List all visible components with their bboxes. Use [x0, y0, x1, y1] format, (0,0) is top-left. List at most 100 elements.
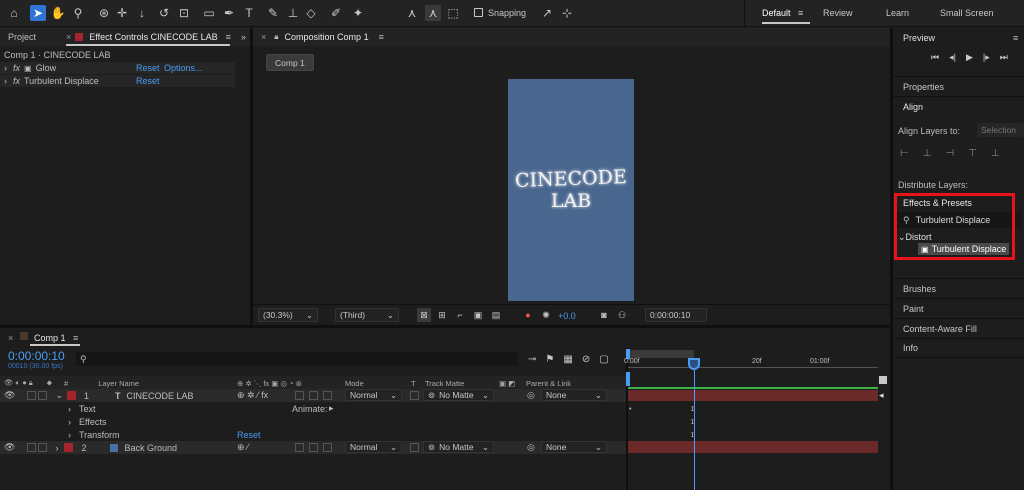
layer-2-bar[interactable] [628, 441, 878, 453]
lock-icon[interactable]: 🔒︎ [274, 32, 278, 42]
workspace-learn[interactable]: Learn [886, 8, 909, 18]
panel-menu-icon[interactable]: ≡ [379, 32, 384, 42]
view-axis-icon[interactable]: ⬚ [445, 5, 461, 21]
home-icon[interactable]: ⌂ [6, 5, 22, 21]
panel-menu-icon[interactable]: ≡ [1013, 33, 1018, 43]
exposure-value[interactable]: +0.0 [558, 311, 576, 321]
workspace-menu-icon[interactable]: ≡ [798, 8, 803, 18]
mode-dropdown[interactable]: Normal ⌄ [345, 441, 402, 453]
puppet-pin-icon[interactable]: ✦ [350, 5, 366, 21]
color-channels-icon[interactable]: ● [521, 308, 535, 322]
workspace-default[interactable]: Default [762, 8, 791, 18]
align-panel[interactable]: Align [893, 96, 1024, 116]
fx-icon[interactable]: fx [13, 76, 20, 86]
end-arrow-icon[interactable]: ◂ [879, 390, 884, 401]
reset-link[interactable]: Reset [136, 63, 160, 73]
panel-menu-icon[interactable]: ≡ [226, 32, 231, 42]
motion-blur-icon[interactable]: ⊘ [582, 354, 590, 365]
world-axis-icon[interactable]: ⋏ [425, 5, 441, 21]
info-panel[interactable]: Info [893, 338, 1024, 358]
selection-tool-icon[interactable]: ➤ [30, 5, 46, 21]
eraser-tool-icon[interactable]: ◇ [303, 5, 319, 21]
prev-frame-icon[interactable]: ◂| [949, 52, 956, 63]
snap-grid-icon[interactable]: ⊹ [559, 5, 575, 21]
pan-camera-icon[interactable]: ✛ [114, 5, 130, 21]
timeline-start-marker[interactable] [626, 372, 630, 386]
expand-arrow-icon[interactable]: › [55, 443, 58, 453]
close-icon[interactable]: × [66, 32, 71, 42]
align-hcenter-icon[interactable]: ⊥ [923, 148, 932, 159]
reset-link[interactable]: Reset [136, 76, 160, 86]
layer-search-input[interactable]: ⚲ [76, 352, 518, 366]
keyframe-dot-icon[interactable]: • [629, 406, 631, 413]
pen-tool-icon[interactable]: ✒ [221, 5, 237, 21]
align-vcenter-icon[interactable]: ⊥ [991, 148, 1000, 159]
parent-dropdown[interactable]: None ⌄ [541, 441, 607, 453]
effect-row-turbulent[interactable]: › fx Turbulent Displace Reset [0, 75, 235, 87]
visibility-eye-icon[interactable]: 👁︎ [4, 442, 15, 453]
content-aware-fill-panel[interactable]: Content-Aware Fill [893, 318, 1024, 338]
region-interest-icon[interactable]: ▣ [471, 308, 485, 322]
panel-menu-icon[interactable]: ≡ [73, 333, 78, 343]
label-color[interactable] [64, 443, 74, 452]
align-top-icon[interactable]: ⊤ [968, 148, 977, 159]
sub-row-transform[interactable]: › Transform Reset [0, 428, 626, 441]
options-link[interactable]: Options... [164, 63, 203, 73]
expand-arrow-icon[interactable]: › [68, 404, 71, 414]
next-frame-icon[interactable]: |▸ [983, 52, 990, 63]
dolly-camera-icon[interactable]: ↓ [134, 5, 150, 21]
timeline-timecode[interactable]: 0:00:00:10 [8, 349, 65, 363]
expand-panels-icon[interactable]: » [241, 32, 246, 42]
track-matte-dropdown[interactable]: ⊚ No Matte ⌄ [423, 389, 494, 401]
expand-arrow-icon[interactable]: › [68, 430, 71, 440]
close-icon[interactable]: × [261, 32, 266, 42]
layer-switches[interactable]: ⊕ ⁄ [237, 442, 249, 453]
layer-1-bar[interactable] [628, 390, 878, 401]
rotate-tool-icon[interactable]: ↺ [156, 5, 172, 21]
color-management-icon[interactable]: ✺ [539, 308, 553, 322]
type-tool-icon[interactable]: T [241, 5, 257, 21]
close-icon[interactable]: × [8, 333, 13, 343]
anchor-tool-icon[interactable]: ⊡ [176, 5, 192, 21]
tab-timeline-comp[interactable]: Comp 1 [34, 333, 66, 343]
align-selection-dropdown[interactable]: Selection [977, 123, 1024, 137]
layer-row-1[interactable]: 👁︎ ⌄ 1 T CINECODE LAB ⊕ ✲ ⁄ fx Normal ⌄ ⊚… [0, 389, 626, 402]
resolution-dropdown[interactable]: (Third) ⌄ [335, 308, 399, 322]
clone-stamp-icon[interactable]: ⊥ [285, 5, 301, 21]
fast-preview-icon[interactable]: ⊠ [417, 308, 431, 322]
brush-tool-icon[interactable]: ✎ [265, 5, 281, 21]
effect-row-glow[interactable]: › fx ▣ Glow Reset Options... [0, 62, 235, 74]
shy-layers-icon[interactable]: ▦ [563, 354, 572, 365]
paint-panel[interactable]: Paint [893, 298, 1024, 318]
mask-visibility-icon[interactable]: ⌐ [453, 308, 467, 322]
current-time-field[interactable]: 0:00:00:10 [645, 308, 707, 322]
hand-tool-icon[interactable]: ✋ [50, 5, 66, 21]
graph-editor-icon[interactable]: ▢ [599, 354, 608, 365]
end-marker[interactable] [879, 376, 887, 384]
layer-name[interactable]: CINECODE LAB [127, 391, 194, 401]
comp-canvas[interactable]: CINECODE LAB [508, 79, 634, 301]
expand-arrow-icon[interactable]: › [68, 417, 71, 427]
align-left-icon[interactable]: ⊢ [900, 148, 909, 159]
pickwhip-icon[interactable]: ◎ [527, 390, 535, 401]
first-frame-icon[interactable]: ⏮ [931, 52, 939, 63]
play-icon[interactable]: ▶ [966, 52, 973, 63]
draft-3d-icon[interactable]: ⚑ [545, 354, 554, 365]
local-axis-icon[interactable]: ⋏ [404, 5, 420, 21]
rectangle-tool-icon[interactable]: ▭ [201, 5, 217, 21]
snap-arrow-icon[interactable]: ↗ [539, 5, 555, 21]
label-color[interactable] [66, 391, 76, 400]
snapping-checkbox[interactable] [474, 8, 483, 17]
tab-project[interactable]: Project [8, 32, 36, 42]
layer-switches[interactable]: ⊕ ✲ ⁄ fx [237, 390, 268, 401]
current-time-indicator[interactable] [688, 358, 700, 370]
last-frame-icon[interactable]: ⏭ [1000, 52, 1008, 63]
comp-mini-flowchart-icon[interactable]: ⊸ [528, 354, 536, 365]
3d-view-icon[interactable]: ▤ [489, 308, 503, 322]
reset-link[interactable]: Reset [237, 430, 261, 440]
track-matte-dropdown[interactable]: ⊚ No Matte ⌄ [423, 441, 494, 453]
workspace-small-screen[interactable]: Small Screen [940, 8, 994, 18]
visibility-eye-icon[interactable]: 👁︎ [4, 390, 15, 401]
tab-effect-controls[interactable]: Effect Controls CINECODE LAB [89, 32, 217, 42]
orbit-camera-icon[interactable]: ⊛ [96, 5, 112, 21]
